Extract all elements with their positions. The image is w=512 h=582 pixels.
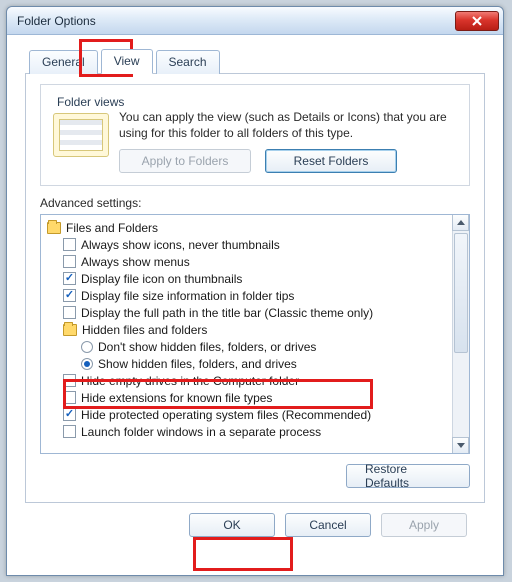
cancel-button[interactable]: Cancel bbox=[285, 513, 371, 537]
list-item[interactable]: Always show menus bbox=[63, 253, 450, 270]
folder-options-window: Folder Options General View Search Folde… bbox=[6, 6, 504, 576]
close-button[interactable] bbox=[455, 11, 499, 31]
advanced-settings-list[interactable]: Files and Folders Always show icons, nev… bbox=[40, 214, 470, 454]
checkbox-icon[interactable] bbox=[63, 255, 76, 268]
folder-icon bbox=[47, 222, 61, 234]
scroll-thumb[interactable] bbox=[454, 233, 468, 353]
close-icon bbox=[472, 16, 482, 26]
apply-button: Apply bbox=[381, 513, 467, 537]
checkbox-icon[interactable] bbox=[63, 306, 76, 319]
checkbox-icon[interactable] bbox=[63, 425, 76, 438]
checkbox-icon[interactable] bbox=[63, 391, 76, 404]
checkbox-icon[interactable] bbox=[63, 374, 76, 387]
tree-subfolder: Hidden files and folders bbox=[63, 321, 450, 338]
tab-general[interactable]: General bbox=[29, 50, 98, 74]
tab-strip: General View Search bbox=[25, 49, 485, 74]
tab-panel-view: Folder views You can apply the view (suc… bbox=[25, 73, 485, 503]
tab-view[interactable]: View bbox=[101, 49, 153, 74]
chevron-up-icon bbox=[457, 220, 465, 225]
checkbox-icon[interactable] bbox=[63, 408, 76, 421]
folder-views-text: You can apply the view (such as Details … bbox=[119, 109, 457, 141]
apply-to-folders-button: Apply to Folders bbox=[119, 149, 251, 173]
list-item[interactable]: Hide protected operating system files (R… bbox=[63, 406, 450, 423]
folder-views-icon bbox=[53, 113, 109, 157]
titlebar: Folder Options bbox=[7, 7, 503, 35]
scroll-down-button[interactable] bbox=[452, 437, 469, 454]
folder-views-group: Folder views You can apply the view (suc… bbox=[40, 84, 470, 186]
list-item[interactable]: Hide empty drives in the Computer folder bbox=[63, 372, 450, 389]
chevron-down-icon bbox=[457, 443, 465, 448]
list-item[interactable]: Display file size information in folder … bbox=[63, 287, 450, 304]
ok-button[interactable]: OK bbox=[189, 513, 275, 537]
list-item[interactable]: Always show icons, never thumbnails bbox=[63, 236, 450, 253]
scroll-up-button[interactable] bbox=[452, 214, 469, 231]
tree-root: Files and Folders bbox=[47, 219, 450, 236]
list-item[interactable]: Don't show hidden files, folders, or dri… bbox=[81, 338, 450, 355]
scrollbar[interactable] bbox=[452, 215, 469, 453]
tree-root-label: Files and Folders bbox=[66, 221, 158, 235]
checkbox-icon[interactable] bbox=[63, 272, 76, 285]
advanced-settings-label: Advanced settings: bbox=[40, 196, 470, 210]
folder-views-legend: Folder views bbox=[53, 95, 128, 109]
dialog-buttons: OK Cancel Apply bbox=[25, 503, 485, 537]
checkbox-icon[interactable] bbox=[63, 238, 76, 251]
tab-search[interactable]: Search bbox=[156, 50, 220, 74]
folder-icon bbox=[63, 324, 77, 336]
client-area: General View Search Folder views You can… bbox=[7, 35, 503, 551]
radio-icon[interactable] bbox=[81, 358, 93, 370]
reset-folders-button[interactable]: Reset Folders bbox=[265, 149, 397, 173]
checkbox-icon[interactable] bbox=[63, 289, 76, 302]
list-item-show-hidden[interactable]: Show hidden files, folders, and drives bbox=[81, 355, 450, 372]
restore-defaults-button[interactable]: Restore Defaults bbox=[346, 464, 470, 488]
window-title: Folder Options bbox=[17, 14, 455, 28]
list-item[interactable]: Launch folder windows in a separate proc… bbox=[63, 423, 450, 440]
list-item[interactable]: Display file icon on thumbnails bbox=[63, 270, 450, 287]
list-item[interactable]: Display the full path in the title bar (… bbox=[63, 304, 450, 321]
radio-icon[interactable] bbox=[81, 341, 93, 353]
list-item[interactable]: Hide extensions for known file types bbox=[63, 389, 450, 406]
